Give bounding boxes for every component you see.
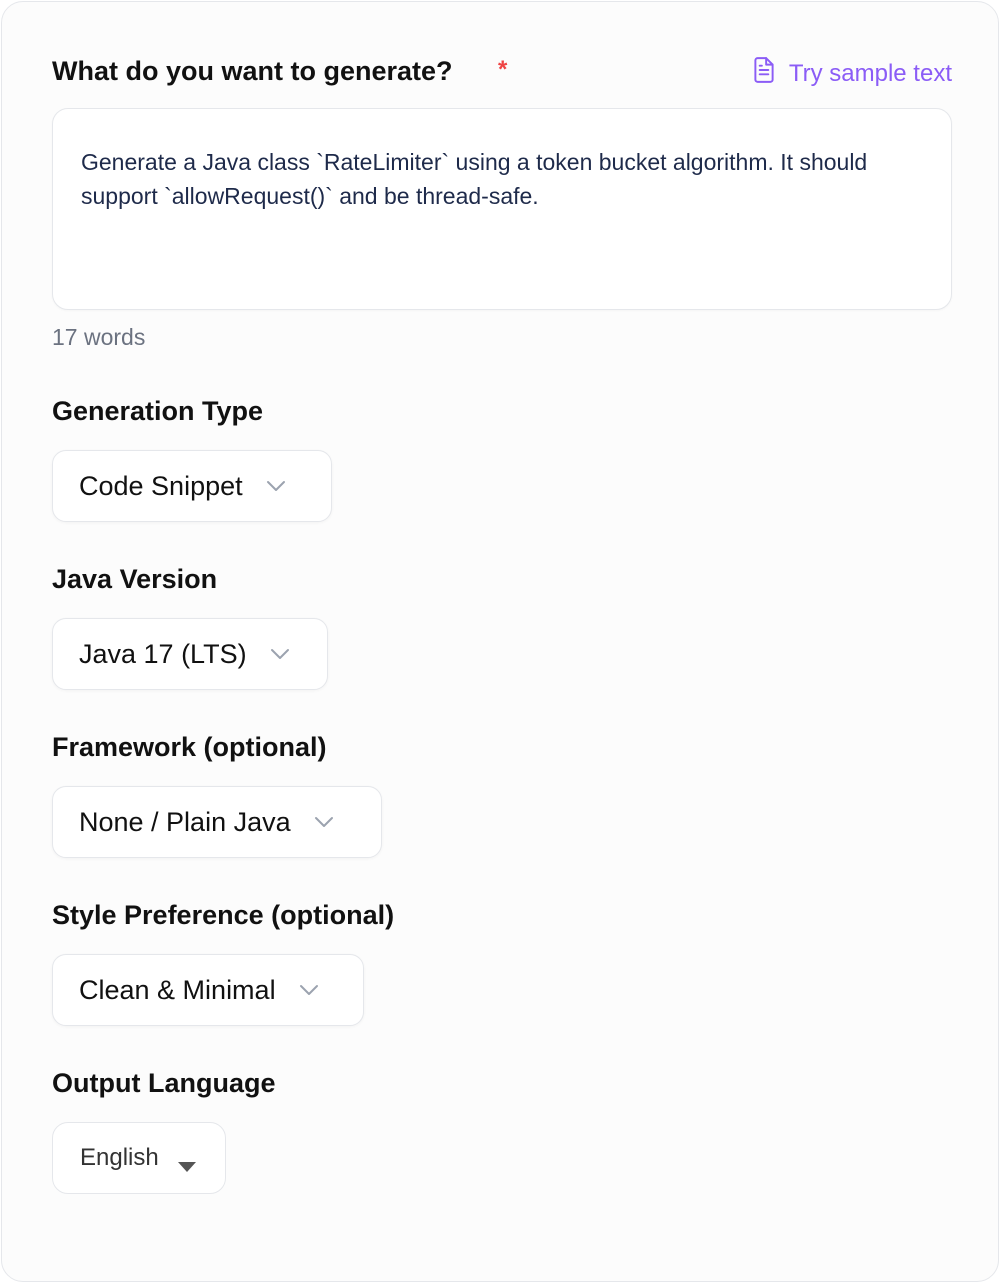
caret-down-icon (177, 1152, 197, 1172)
document-icon (751, 56, 777, 91)
output-language-value: English (80, 1144, 159, 1171)
style-preference-select[interactable]: Clean & Minimal (52, 954, 364, 1026)
prompt-header: What do you want to generate? * Try samp… (52, 52, 952, 92)
java-version-label: Java Version (52, 564, 218, 594)
chevron-down-icon (269, 647, 291, 661)
prompt-label: What do you want to generate? (52, 56, 453, 86)
chevron-down-icon (313, 815, 335, 829)
java-version-select[interactable]: Java 17 (LTS) (52, 618, 328, 690)
chevron-down-icon (265, 479, 287, 493)
generation-type-label: Generation Type (52, 396, 264, 426)
output-language-select[interactable]: English (52, 1122, 226, 1194)
framework-value: None / Plain Java (79, 806, 291, 837)
try-sample-text-label: Try sample text (788, 59, 952, 87)
prompt-textarea[interactable]: Generate a Java class `RateLimiter` usin… (52, 108, 952, 310)
word-count: 17 words (52, 324, 146, 350)
generator-form-card: What do you want to generate? * Try samp… (1, 1, 999, 1282)
framework-select[interactable]: None / Plain Java (52, 786, 382, 858)
java-version-value: Java 17 (LTS) (79, 638, 247, 669)
generation-type-select[interactable]: Code Snippet (52, 450, 332, 522)
generation-type-value: Code Snippet (79, 470, 243, 501)
output-language-label: Output Language (52, 1068, 276, 1098)
required-indicator: * (498, 56, 508, 83)
style-preference-label: Style Preference (optional) (52, 900, 395, 930)
framework-label: Framework (optional) (52, 732, 327, 762)
try-sample-text-link[interactable]: Try sample text (751, 56, 952, 91)
style-preference-value: Clean & Minimal (79, 974, 276, 1005)
chevron-down-icon (298, 983, 320, 997)
